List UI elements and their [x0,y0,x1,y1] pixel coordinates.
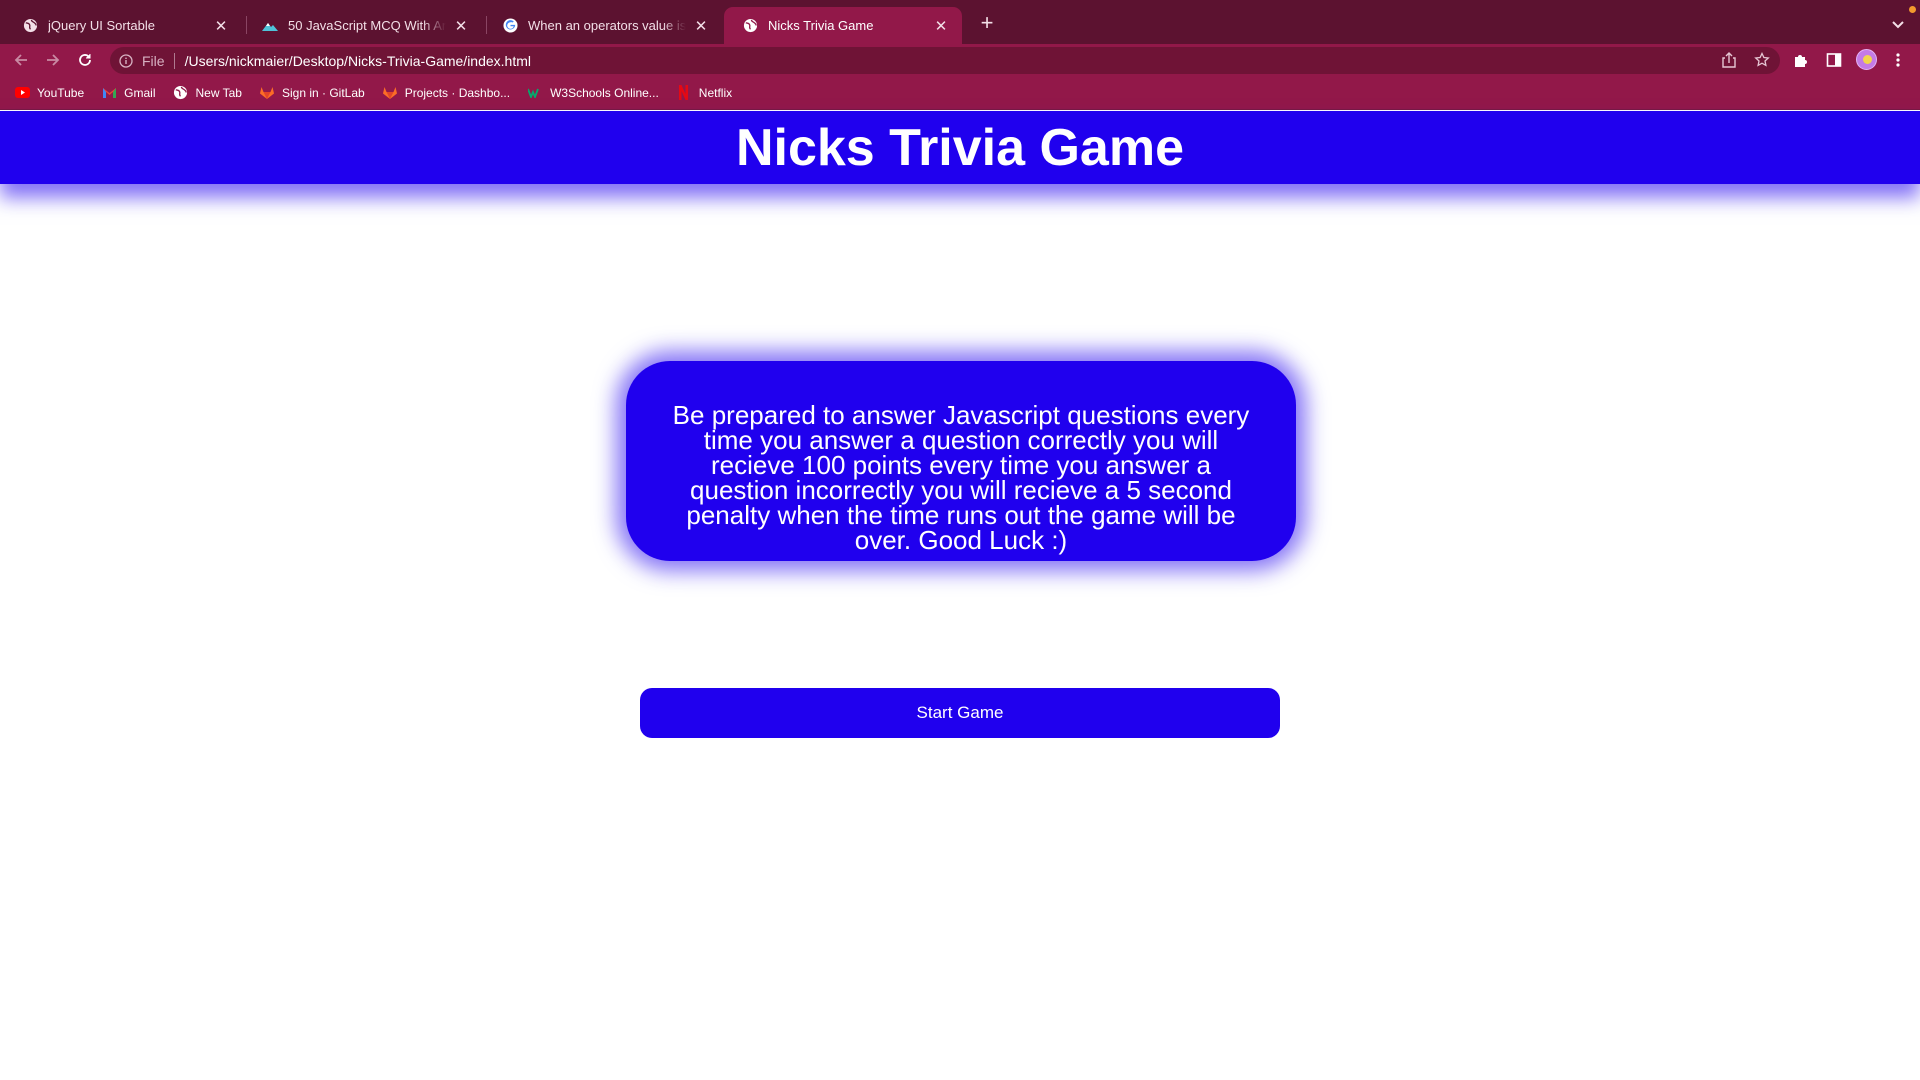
tab-title: Nicks Trivia Game [768,18,874,33]
bookmark-new-tab[interactable]: New Tab [173,81,242,105]
globe-icon [22,18,38,34]
browser-toolbar: File /Users/nickmaier/Desktop/Nicks-Triv… [0,44,1920,76]
star-icon[interactable] [1752,50,1772,70]
intro-card: Be prepared to answer Javascript questio… [626,361,1296,561]
tab-jquery-ui-sortable[interactable]: jQuery UI Sortable ✕ [4,7,242,44]
forward-arrow-icon[interactable] [42,49,64,71]
bookmark-youtube[interactable]: YouTube [14,81,84,105]
youtube-icon [14,85,30,101]
bookmark-label: Projects · Dashbo... [404,85,511,100]
tab-title: When an operators value is NULL [528,18,686,33]
close-icon[interactable]: ✕ [932,17,950,35]
bookmark-label: Netflix [698,85,733,100]
tab-strip: jQuery UI Sortable ✕ 50 JavaScript MCQ W… [0,0,1920,44]
globe-icon [173,85,189,101]
tab-title: 50 JavaScript MCQ With Answers [288,18,446,33]
share-icon[interactable] [1719,50,1739,70]
globe-icon [742,18,758,34]
bookmark-gmail[interactable]: Gmail [101,81,156,105]
side-panel-icon[interactable] [1824,50,1844,70]
bookmarks-bar: YouTube Gmail New Tab Sign in · GitLab P… [0,76,1920,110]
extensions-puzzle-icon[interactable] [1791,50,1811,70]
tab-title: jQuery UI Sortable [48,18,155,33]
bookmark-gitlab-sign-in[interactable]: Sign in · GitLab [259,81,365,105]
kebab-menu-icon[interactable] [1888,50,1908,70]
page-header: Nicks Trivia Game [0,111,1920,184]
page-title: Nicks Trivia Game [735,119,1185,177]
info-icon[interactable] [118,53,134,69]
notification-dot [1909,6,1916,13]
address-bar[interactable]: File /Users/nickmaier/Desktop/Nicks-Triv… [110,47,1780,74]
bookmark-label: Sign in · GitLab [281,85,365,100]
close-icon[interactable]: ✕ [452,17,470,35]
start-game-button[interactable]: Start Game [640,688,1280,738]
profile-avatar[interactable] [1856,49,1877,70]
back-arrow-icon[interactable] [10,49,32,71]
netflix-icon [676,85,692,101]
close-icon[interactable]: ✕ [692,17,710,35]
bookmark-label: Gmail [124,85,156,100]
gitlab-icon [382,85,398,101]
gmail-icon [101,85,117,101]
scheme-divider [173,52,175,69]
bookmark-label: New Tab [195,85,242,100]
google-icon [502,18,518,34]
page-viewport: Nicks Trivia Game Be prepared to answer … [0,111,1920,1080]
new-tab-plus-icon[interactable]: + [976,12,998,35]
url-text[interactable]: /Users/nickmaier/Desktop/Nicks-Trivia-Ga… [185,53,531,69]
gitlab-icon [259,85,275,101]
tab-nicks-trivia-game[interactable]: Nicks Trivia Game ✕ [724,7,962,44]
bookmark-label: YouTube [37,85,85,100]
tab-operators-null[interactable]: When an operators value is NULL ✕ [484,7,722,44]
reload-icon[interactable] [74,49,96,71]
bookmark-netflix[interactable]: Netflix [676,81,732,105]
url-scheme: File [142,52,165,69]
bookmark-gitlab-projects[interactable]: Projects · Dashbo... [382,81,510,105]
close-icon[interactable]: ✕ [212,17,230,35]
chevron-down-icon[interactable] [1888,14,1908,34]
w3schools-icon [527,85,543,101]
mountain-icon [262,18,278,34]
bookmark-w3schools[interactable]: W3Schools Online... [527,81,659,105]
intro-text: Be prepared to answer Javascript questio… [672,400,1250,555]
bookmark-label: W3Schools Online... [550,85,659,100]
tab-javascript-mcq[interactable]: 50 JavaScript MCQ With Answers ✕ [244,7,482,44]
